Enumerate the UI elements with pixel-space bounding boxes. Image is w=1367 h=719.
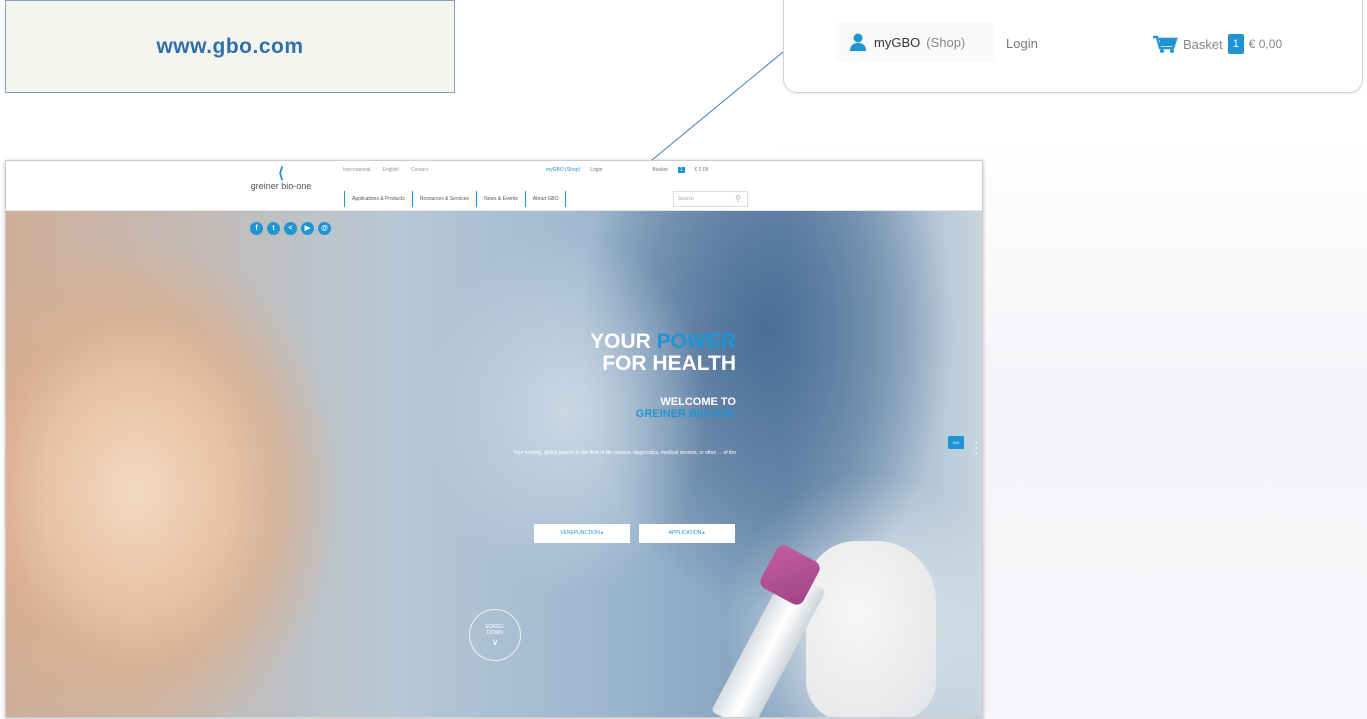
mygbo-shop-link[interactable]: myGBO (Shop) <box>836 22 994 62</box>
hero-welcome: WELCOME TO GREINER BIO-ONE <box>636 396 736 420</box>
zoomed-account-bar: myGBO (Shop) Login Basket 1 € 0,00 <box>783 0 1363 93</box>
logo-text: greiner bio-one <box>250 181 312 191</box>
login-link[interactable]: Login <box>1006 36 1038 51</box>
mygbo-label: myGBO <box>874 34 921 50</box>
chevron-down-icon: ∨ <box>491 637 499 647</box>
mini-login-link[interactable]: Login <box>590 167 602 173</box>
site-header: ⟨ greiner bio-one International English … <box>6 161 982 211</box>
logo[interactable]: ⟨ greiner bio-one <box>246 165 316 191</box>
search-icon[interactable]: ⚲ <box>735 194 741 203</box>
website-screenshot: ⟨ greiner bio-one International English … <box>5 160 983 718</box>
basket-price: € 0,00 <box>1248 37 1283 51</box>
shop-label: (Shop) <box>926 34 966 50</box>
email-icon[interactable]: @ <box>318 222 331 235</box>
headline-for-health: FOR HEALTH <box>602 352 736 375</box>
youtube-icon[interactable]: ▶ <box>301 222 314 235</box>
headline-power: POWER <box>656 330 736 353</box>
basket-count-badge: 1 <box>1227 34 1244 54</box>
share-icon[interactable]: < <box>284 222 297 235</box>
basket-label: Basket <box>1183 36 1223 52</box>
search-input[interactable]: Search ⚲ <box>673 191 748 207</box>
hero-subtext: Your leading, global partner in the fiel… <box>513 450 736 456</box>
main-nav: Applications & Products Resources & Serv… <box>344 191 567 207</box>
twitter-icon[interactable]: t <box>267 222 280 235</box>
social-icons: f t < ▶ @ <box>250 222 331 235</box>
basket-link[interactable]: Basket 1 € 0,00 <box>1152 34 1282 54</box>
cart-icon <box>1153 35 1178 53</box>
hero-headline: YOUR POWER FOR HEALTH <box>590 331 736 375</box>
nav-applications-products[interactable]: Applications & Products <box>344 191 413 207</box>
url-label: www.gbo.com <box>5 0 455 93</box>
top-link-international[interactable]: International <box>343 167 371 173</box>
mini-basket-link[interactable]: Basket <box>652 167 667 173</box>
mini-account-bar: myGBO (Shop) Login Basket 1 € 0,00 <box>546 167 708 173</box>
welcome-line: WELCOME TO <box>660 396 736 408</box>
user-icon <box>850 33 866 51</box>
glove-image <box>806 541 936 717</box>
hero-banner: f t < ▶ @ YOUR POWER FOR HEALTH WELCOME … <box>6 211 982 717</box>
side-tab[interactable]: Get <box>947 436 964 449</box>
scroll-down-button[interactable]: SCROLL DOWN ∨ <box>469 609 521 661</box>
headline-your: YOUR <box>590 330 657 353</box>
application-button[interactable]: APPLICATION ▸ <box>639 524 735 543</box>
top-links: International English Contact <box>343 167 428 173</box>
search-placeholder: Search <box>678 196 694 202</box>
logo-mark-icon: ⟨ <box>278 165 284 182</box>
down-label: DOWN <box>487 630 503 636</box>
nav-about-gbo[interactable]: About GBO <box>526 191 567 207</box>
mini-basket-count: 1 <box>677 167 685 173</box>
mini-basket-price: € 0,00 <box>694 167 709 173</box>
mini-mygbo-link[interactable]: myGBO (Shop) <box>546 167 580 173</box>
top-link-english[interactable]: English <box>383 167 399 173</box>
venepunction-button[interactable]: VENEPUNCTION ▸ <box>534 524 630 543</box>
nav-news-events[interactable]: News & Events <box>477 191 526 207</box>
nav-resources-services[interactable]: Resources & Services <box>413 191 477 207</box>
top-link-contact[interactable]: Contact <box>411 167 428 173</box>
side-menu-dots-icon[interactable]: · · · <box>975 439 978 458</box>
welcome-company: GREINER BIO-ONE <box>635 408 736 420</box>
facebook-icon[interactable]: f <box>250 222 263 235</box>
